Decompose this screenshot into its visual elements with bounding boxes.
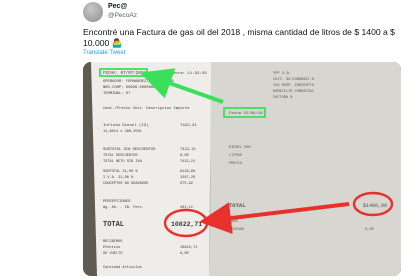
receipt-2018-header-line: FACTURA B xyxy=(273,96,293,100)
tweet-header: Pec@ @PecoAz xyxy=(83,2,403,22)
receipt-payment-line: SU VUELTO xyxy=(103,252,122,256)
receipt-product-qty: 14,8014 x 290,2501 xyxy=(103,130,142,134)
receipt-2018-date: Fecha 25/09/18 xyxy=(229,111,263,116)
receipt-header-line: NRO.COMP: 00900-00008090 xyxy=(103,86,158,90)
receipt-line-amount: 0,00 xyxy=(180,154,189,158)
receipt-2018 xyxy=(201,62,401,276)
receipt-product: Infinia Diesel (IX) xyxy=(103,123,149,128)
receipt-line-amount: 7422,21 xyxy=(180,160,195,164)
receipt-payment-amount: 10822,71 xyxy=(180,246,197,250)
avatar[interactable] xyxy=(83,2,103,22)
receipt-2018-product-line: DIESEL 500 xyxy=(229,146,251,150)
receipt-2018-header-line: YPF S.A. xyxy=(273,72,291,76)
receipt-subtotal-label: SUBTOTAL SIN DESCUENTOS xyxy=(103,148,156,152)
translate-tweet-link[interactable]: Translate Tweet xyxy=(83,50,125,56)
display-name[interactable]: Pec@ xyxy=(108,2,137,11)
author-names: Pec@ @PecoAz xyxy=(108,2,137,20)
receipt-line-amount: 6129,98 xyxy=(180,170,195,174)
receipt-header-line: TERMINAL: 07 xyxy=(103,92,130,96)
receipt-2018-total-label: TOTAL xyxy=(229,202,246,209)
receipt-line: CONCEPTOS NO GRAVADOS xyxy=(103,182,148,186)
receipt-product-amount: 7422,21 xyxy=(180,124,197,128)
tweet-text: Encontré una Factura de gas oil del 2018… xyxy=(83,27,395,48)
receipt-2018-header-line: DOMICILIO COMERCIAL xyxy=(273,90,314,94)
receipt-item-header: Cant./Precio Unit. Descripcion Importe xyxy=(103,106,190,111)
receipt-payment-line: Efectivo xyxy=(103,245,120,250)
receipt-line: SUBTOTAL 21,00 % xyxy=(103,170,138,174)
user-handle[interactable]: @PecoAz xyxy=(108,11,137,20)
receipt-2018-header-line: IVA RESP. INSCRIPTO xyxy=(273,84,314,88)
receipt-line: TOTAL DESCUENTOS xyxy=(103,154,138,158)
receipt-subtotal-amount: 7422,21 xyxy=(180,148,197,152)
receipt-2018-product-line: LITROS xyxy=(229,154,242,158)
receipt-line: I.V.A. 21,00 % xyxy=(103,176,134,180)
receipt-line-amount: 1287,29 xyxy=(180,176,195,180)
receipt-time: Hora: 11:32:29 xyxy=(173,71,207,76)
receipt-2018-payment-line: PAGO xyxy=(229,220,238,224)
receipt-2018-header-line: CUIT: 30-54668997-9 xyxy=(273,78,314,82)
receipt-payment-line: RECIBIMOS xyxy=(103,240,122,244)
receipt-2018-product-line: PRECIO xyxy=(229,162,242,166)
receipt-line-amount: 975,92 xyxy=(180,182,193,186)
receipt-footer: Cantidad Articulos xyxy=(103,265,142,270)
tweet-photo[interactable]: FECHA: 07/07/2022 Hora: 11:32:29 OPERADO… xyxy=(83,62,401,276)
receipts-photo: FECHA: 07/07/2022 Hora: 11:32:29 OPERADO… xyxy=(83,62,401,276)
receipt-total-amount: 10822,71 xyxy=(171,221,202,228)
receipt-2018-payment-line: CONTADO xyxy=(229,228,244,232)
receipt-iibb: Ag. Ab. - IB. Perc. xyxy=(103,205,144,210)
receipt-percepciones: PERCEPCIONES xyxy=(103,200,131,204)
receipt-payment-amount: 0,00 xyxy=(180,252,189,256)
receipt-total-label: TOTAL xyxy=(103,221,124,229)
receipt-2018-payment-amount: 0,00 xyxy=(365,228,374,232)
receipt-2018-total-amount: $1400,00 xyxy=(363,203,387,209)
receipt-line: TOTAL NETO SIN IVA xyxy=(103,160,143,164)
